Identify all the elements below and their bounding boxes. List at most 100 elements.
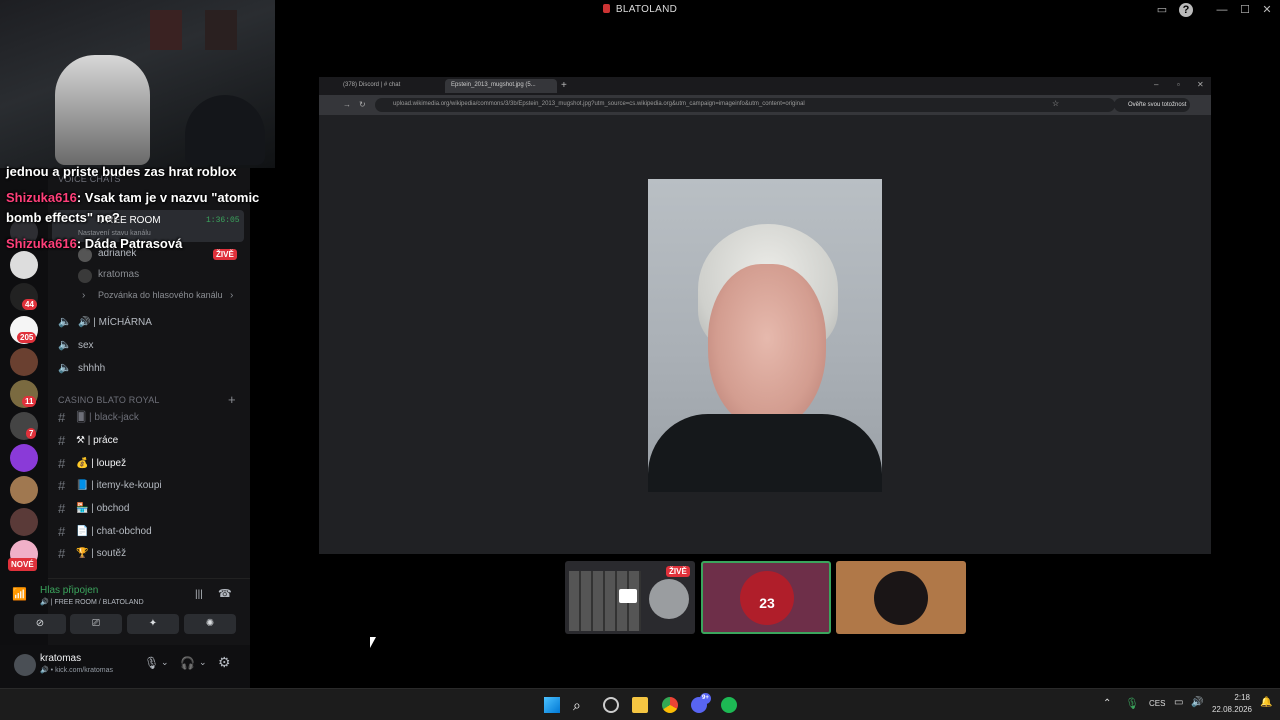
shirt <box>648 414 882 492</box>
browser-close[interactable]: ✕ <box>1197 80 1204 89</box>
streamer <box>185 95 265 165</box>
channel-chat-obchod[interactable]: # 📄 | chat-obchod <box>48 523 250 543</box>
stream-tile-user[interactable] <box>836 561 966 634</box>
member-name: kratomas <box>98 269 140 280</box>
live-badge: ŽIVĚ <box>666 566 690 577</box>
channel-prace[interactable]: # ⚒ | práce <box>48 432 250 452</box>
microphone-icon[interactable]: 🎙 <box>144 656 159 670</box>
browser-maximize[interactable]: ▫ <box>1177 80 1180 89</box>
tile-thumbnail-orb <box>649 579 689 619</box>
close-button[interactable]: ✕ <box>1260 3 1274 17</box>
voice-status[interactable]: Hlas připojen <box>40 585 98 596</box>
server-badge: 205 <box>17 332 37 343</box>
avatar <box>874 571 928 625</box>
chat-message: Shizuka616: Dáda Patrasová <box>6 236 183 251</box>
channel-loupez[interactable]: # 💰 | loupež <box>48 455 250 475</box>
headphones-icon[interactable]: 🎧 <box>180 656 195 670</box>
new-badge: NOVÉ <box>8 558 37 571</box>
hash-icon: # <box>58 456 66 471</box>
chat-message: Shizuka616: Vsak tam je v nazvu "atomic <box>6 190 260 205</box>
search-icon[interactable]: ⌕ <box>573 697 589 713</box>
channel-label: 🏪 | obchod <box>76 503 130 514</box>
user-panel: kratomas 🔊 • kick.com/kratomas 🎙 ⌄ 🎧 ⌄ ⚙ <box>0 645 250 688</box>
face <box>708 264 826 429</box>
help-icon[interactable]: ? <box>1179 3 1193 17</box>
notifications-icon[interactable]: 🔔 <box>1260 697 1272 708</box>
disconnect-icon[interactable]: ☎ <box>218 587 232 600</box>
invite-to-voice[interactable]: › Pozvánka do hlasového kanálu › <box>48 287 250 307</box>
browser-minimize[interactable]: – <box>1154 80 1158 89</box>
channel-label: 🏆 | soutěž <box>76 548 127 559</box>
chevron-down-icon[interactable]: ⌄ <box>199 657 207 668</box>
channel-itemy-ke-koupi[interactable]: # 📘 | itemy-ke-koupi <box>48 477 250 497</box>
server-icon[interactable] <box>10 508 38 536</box>
call-timer: 1:36:05 <box>206 216 240 225</box>
server-badge: 7 <box>26 428 37 439</box>
app-icon <box>602 4 610 13</box>
inbox-icon[interactable]: ▭ <box>1155 3 1169 17</box>
bookmark-star-icon[interactable]: ☆ <box>1052 99 1059 108</box>
voice-channel-sex[interactable]: 🔈 sex <box>48 337 250 357</box>
new-tab-icon[interactable]: + <box>561 80 567 91</box>
avatar <box>78 269 92 283</box>
chevron-down-icon[interactable]: ⌄ <box>161 657 169 668</box>
file-explorer-icon[interactable] <box>632 697 648 713</box>
webcam-overlay <box>0 0 275 168</box>
clock-date[interactable]: 22.08.2026 <box>1206 705 1252 714</box>
chrome-icon[interactable] <box>662 697 678 713</box>
tab-epstein-image[interactable]: Epstein_2013_mugshot.jpg (5... <box>445 79 557 93</box>
voice-channel-michaarna[interactable]: 🔈 🔊 | MÍCHÁRNA <box>48 314 250 334</box>
signal-icon[interactable]: 📶 <box>12 587 27 601</box>
spotify-icon[interactable] <box>721 697 737 713</box>
soundboard-button[interactable]: ✺ <box>184 614 236 634</box>
poster <box>205 10 237 50</box>
server-icon[interactable] <box>10 444 38 472</box>
server-badge: 11 <box>22 396 37 407</box>
live-badge: ŽIVĚ <box>213 249 237 260</box>
channel-label: 🔊 | MÍCHÁRNA <box>78 317 152 328</box>
voice-member[interactable]: kratomas <box>48 266 250 286</box>
channel-black-jack[interactable]: # 🂠 | black-jack <box>48 409 250 429</box>
stream-tile-screen[interactable]: ŽIVĚ <box>565 561 695 634</box>
forward-icon[interactable]: → <box>343 100 351 109</box>
tab-discord[interactable]: (378) Discord | # chat <box>337 79 441 93</box>
mic-tray-icon[interactable]: 🎙 <box>1125 697 1139 710</box>
avatar[interactable] <box>14 654 36 676</box>
language-indicator[interactable]: CES <box>1149 699 1165 708</box>
screen-share-button[interactable]: ⎚ <box>70 614 122 634</box>
camera-off-button[interactable]: ⊘ <box>14 614 66 634</box>
voice-channel-shhhh[interactable]: 🔈 shhhh <box>48 360 250 380</box>
url-bar[interactable]: upload.wikimedia.org/wikipedia/commons/3… <box>375 98 1115 112</box>
server-icon[interactable] <box>10 476 38 504</box>
taskbar: ⌕ 9+ ⌃ 🎙 CES ▭ 🔊 2:18 22.08.2026 🔔 <box>0 688 1280 720</box>
start-icon[interactable] <box>544 697 560 713</box>
obs-icon[interactable] <box>603 697 619 713</box>
volume-icon[interactable]: 🔊 <box>1191 697 1203 708</box>
noise-suppression-icon[interactable]: ||| <box>195 589 203 600</box>
minimize-button[interactable]: — <box>1215 3 1229 17</box>
add-channel-icon[interactable]: + <box>228 392 236 407</box>
clock-time[interactable]: 2:18 <box>1210 693 1250 702</box>
activities-button[interactable]: ✦ <box>127 614 179 634</box>
user-subtext: 🔊 • kick.com/kratomas <box>40 667 114 674</box>
hash-icon: # <box>58 433 66 448</box>
maximize-button[interactable]: ☐ <box>1238 3 1252 17</box>
channel-soutez[interactable]: # 🏆 | soutěž <box>48 545 250 565</box>
chat-message: jednou a priste budes zas hrat roblox <box>6 164 237 179</box>
stream-tile-user[interactable]: 23 <box>701 561 831 634</box>
server-icon[interactable] <box>10 251 38 279</box>
settings-gear-icon[interactable]: ⚙ <box>218 654 231 671</box>
network-icon[interactable]: ▭ <box>1174 697 1183 708</box>
server-icon[interactable] <box>10 348 38 376</box>
tray-chevron-icon[interactable]: ⌃ <box>1103 698 1111 709</box>
avatar: 23 <box>740 571 794 625</box>
channel-obchod[interactable]: # 🏪 | obchod <box>48 500 250 520</box>
username: kratomas <box>40 653 82 664</box>
window-title-text: BLATOLAND <box>615 4 678 15</box>
casino-category[interactable]: CASINO BLATO ROYAL <box>58 395 160 405</box>
gaming-chair <box>55 55 150 165</box>
reload-icon[interactable]: ↻ <box>359 100 366 109</box>
verify-identity-button[interactable]: Ověřte svou totožnost <box>1114 98 1190 112</box>
channel-label: 📄 | chat-obchod <box>76 526 152 537</box>
hash-icon: # <box>58 478 66 493</box>
